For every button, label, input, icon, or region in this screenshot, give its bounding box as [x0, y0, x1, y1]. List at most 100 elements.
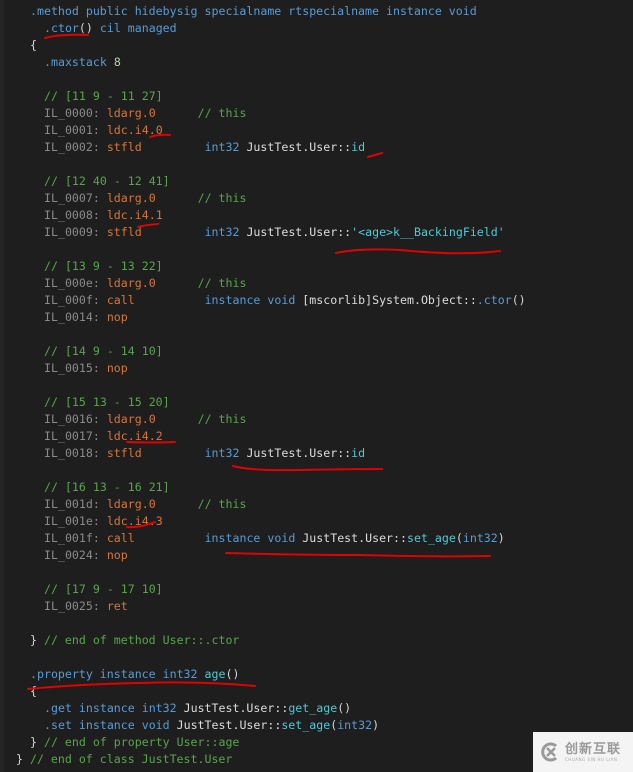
code-token-op: ldarg.0	[106, 191, 156, 205]
code-token-lbl: IL_001f:	[44, 531, 107, 545]
code-line: IL_000e: ldarg.0 // this	[0, 275, 633, 292]
il-code-view[interactable]: .method public hidebysig specialname rts…	[0, 3, 633, 768]
code-line: {	[0, 37, 633, 54]
code-token-kw: .maxstack	[44, 55, 114, 69]
code-token-mb: id	[351, 446, 366, 460]
code-token-br: )	[497, 531, 505, 545]
code-token-mb: age	[204, 667, 226, 681]
code-token-cm: // end of property User::age	[43, 735, 240, 749]
code-token-lbl: IL_0007:	[44, 191, 107, 205]
code-line: .method public hidebysig specialname rts…	[0, 3, 633, 20]
code-token-kw: instance void	[204, 293, 296, 307]
code-token-kw: instance void	[204, 531, 296, 545]
code-token-br	[135, 531, 205, 545]
code-token-cm: // [16 13 - 16 21]	[44, 480, 170, 494]
code-token-kw: int32	[204, 446, 240, 460]
code-token-mb: '<age>k__BackingField'	[351, 225, 505, 239]
code-line: // [15 13 - 15 20]	[0, 394, 633, 411]
code-line: IL_0007: ldarg.0 // this	[0, 190, 633, 207]
code-token-cm: // end of method User::.ctor	[43, 633, 240, 647]
code-token-lbl: IL_000e:	[44, 276, 107, 290]
code-token-kw: int32	[204, 140, 240, 154]
code-token-cm: // this	[197, 276, 247, 290]
code-token-op: stfld	[106, 140, 142, 154]
code-token-br: {	[30, 38, 37, 52]
code-token-cm: // [14 9 - 14 10]	[44, 344, 163, 358]
code-token-br: ()	[511, 293, 526, 307]
code-line: .property instance int32 age()	[0, 666, 633, 683]
code-token-br	[156, 106, 198, 120]
code-token-cm: // [12 40 - 12 41]	[44, 174, 170, 188]
code-token-mb: set_age	[281, 718, 331, 732]
code-line: IL_0001: ldc.i4.0	[0, 122, 633, 139]
code-line: IL_0024: nop	[0, 547, 633, 564]
code-token-br: {	[30, 684, 37, 698]
code-line: IL_0017: ldc.i4.2	[0, 428, 633, 445]
code-line: IL_0009: stfld int32 JustTest.User::'<ag…	[0, 224, 633, 241]
code-token-lbl: IL_0017:	[44, 429, 107, 443]
code-token-lbl: IL_0000:	[44, 106, 107, 120]
code-line: // [14 9 - 14 10]	[0, 343, 633, 360]
code-token-op: ldc.i4.0	[106, 123, 163, 137]
code-line: IL_000f: call instance void [mscorlib]Sy…	[0, 292, 633, 309]
code-token-cm: // this	[197, 497, 247, 511]
code-line: IL_0014: nop	[0, 309, 633, 326]
code-token-cm: // this	[197, 412, 247, 426]
code-line: // [16 13 - 16 21]	[0, 479, 633, 496]
code-token-lbl: IL_0015:	[44, 361, 107, 375]
code-token-br: }	[30, 633, 44, 647]
code-token-lbl: IL_0016:	[44, 412, 107, 426]
code-line: // [12 40 - 12 41]	[0, 173, 633, 190]
code-token-lbl: IL_0002:	[44, 140, 107, 154]
code-token-cm: // [15 13 - 15 20]	[44, 395, 170, 409]
code-token-cm: // [13 9 - 13 22]	[44, 259, 163, 273]
code-token-op: call	[106, 531, 135, 545]
code-token-kw: .ctor	[44, 21, 79, 35]
code-line: IL_0018: stfld int32 JustTest.User::id	[0, 445, 633, 462]
code-token-br	[135, 293, 205, 307]
code-token-kw: cil managed	[92, 21, 177, 35]
code-token-id: JustTest.User::	[239, 225, 352, 239]
code-line: // [17 9 - 17 10]	[0, 581, 633, 598]
code-token-id: JustTest.User::	[169, 718, 282, 732]
code-token-op: nop	[106, 310, 128, 324]
code-token-id: JustTest.User::	[239, 140, 352, 154]
code-token-lbl: IL_0018:	[44, 446, 107, 460]
code-token-cm: // end of class JustTest.User	[29, 752, 233, 766]
code-line: IL_001d: ldarg.0 // this	[0, 496, 633, 513]
code-token-op: ldarg.0	[106, 276, 156, 290]
code-token-op: ldc.i4.1	[106, 208, 163, 222]
code-token-br	[142, 140, 205, 154]
code-line: {	[0, 683, 633, 700]
code-token-br: ()	[78, 21, 93, 35]
code-line: IL_0002: stfld int32 JustTest.User::id	[0, 139, 633, 156]
code-line: IL_0025: ret	[0, 598, 633, 615]
code-token-op: ldarg.0	[106, 412, 156, 426]
code-token-id: JustTest.User::	[176, 701, 289, 715]
code-token-lbl: IL_0008:	[44, 208, 107, 222]
code-token-op: nop	[106, 361, 128, 375]
code-token-lbl: IL_000f:	[44, 293, 107, 307]
code-token-lbl: IL_001d:	[44, 497, 107, 511]
code-token-br	[156, 276, 198, 290]
code-line: } // end of method User::.ctor	[0, 632, 633, 649]
code-token-op: stfld	[106, 446, 142, 460]
code-token-br	[156, 497, 198, 511]
code-line: IL_0000: ldarg.0 // this	[0, 105, 633, 122]
code-token-op: ldc.i4.3	[106, 514, 163, 528]
code-token-num: 8	[113, 55, 121, 69]
code-token-kw: .property instance int32	[30, 667, 205, 681]
code-token-br: }	[30, 735, 44, 749]
code-token-lbl: IL_0001:	[44, 123, 107, 137]
code-token-kw: .method public hidebysig specialname rts…	[30, 4, 477, 18]
code-line: IL_001f: call instance void JustTest.Use…	[0, 530, 633, 547]
code-token-mb: get_age	[288, 701, 338, 715]
code-token-br: }	[16, 752, 30, 766]
